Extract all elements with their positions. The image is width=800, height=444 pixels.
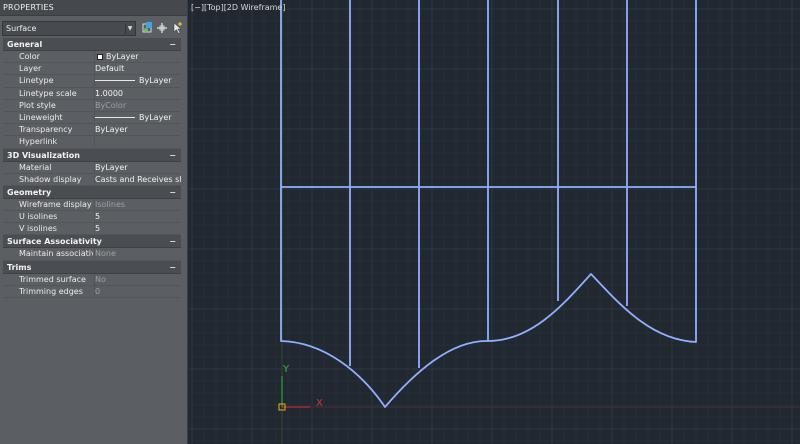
property-value[interactable]: ByLayer <box>95 162 181 174</box>
toggle-pickadd-icon[interactable] <box>171 21 184 35</box>
property-value[interactable]: None <box>95 248 181 260</box>
property-value[interactable]: Casts and Receives sha... <box>95 174 181 186</box>
property-value-text: ByLayer <box>106 52 139 61</box>
selection-dropdown[interactable]: Surface ▼ <box>2 21 136 36</box>
collapse-toggle-icon[interactable]: − <box>169 235 176 248</box>
property-value[interactable]: No <box>95 274 181 286</box>
property-value[interactable]: 5 <box>95 211 181 223</box>
section-label: Geometry <box>7 187 52 197</box>
property-row[interactable]: Layer Default <box>3 63 181 76</box>
property-name: Wireframe display <box>19 199 92 209</box>
property-value-text: ByLayer <box>139 112 172 122</box>
property-value-text: 1.0000 <box>95 88 123 98</box>
property-row[interactable]: Material ByLayer <box>3 161 181 174</box>
selection-value: Surface <box>6 24 37 33</box>
chevron-down-icon[interactable]: ▼ <box>125 23 134 34</box>
section-header[interactable]: Trims − <box>3 260 181 274</box>
property-value-text: 5 <box>95 224 101 234</box>
collapse-toggle-icon[interactable]: − <box>169 261 176 274</box>
linetype-preview <box>95 116 135 118</box>
property-name: Linetype <box>19 76 54 86</box>
ucs-x-label: X <box>316 398 323 409</box>
property-name: V isolines <box>19 224 57 234</box>
property-value[interactable]: 0 <box>95 286 181 298</box>
property-name: Layer <box>19 64 42 74</box>
property-name: Trimming edges <box>19 286 83 296</box>
property-value[interactable]: ByLayer <box>95 51 181 63</box>
property-value-text: No <box>95 274 106 284</box>
section-header[interactable]: Geometry − <box>3 185 181 199</box>
section-header[interactable]: 3D Visualization − <box>3 148 181 162</box>
palette-title: PROPERTIES <box>0 0 187 16</box>
collapse-toggle-icon[interactable]: − <box>169 38 176 51</box>
property-name: Maintain associativ... <box>19 249 93 259</box>
property-name: Shadow display <box>19 174 82 184</box>
drawing-canvas[interactable]: XY <box>189 0 800 444</box>
property-value[interactable]: 1.0000 <box>95 88 181 100</box>
property-name: Color <box>19 52 40 61</box>
property-name: U isolines <box>19 212 58 222</box>
column-divider <box>94 136 95 148</box>
property-name: Material <box>19 162 52 172</box>
property-row[interactable]: V isolines 5 <box>3 223 181 236</box>
color-swatch <box>97 54 103 60</box>
linetype-preview <box>95 80 135 82</box>
viewport-controls-label[interactable]: [−][Top][2D Wireframe] <box>191 3 285 12</box>
property-name: Trimmed surface <box>19 274 86 284</box>
property-value-text: Default <box>95 64 125 74</box>
ucs-y-label: Y <box>282 364 290 375</box>
property-value-text: None <box>95 249 116 259</box>
properties-table: General − Color ByLayer Layer Default Linetype… <box>3 38 181 298</box>
property-row[interactable]: Wireframe display Isolines <box>3 198 181 212</box>
properties-palette: PROPERTIES Surface ▼ General − Color ByL… <box>0 0 188 444</box>
property-row[interactable]: Trimming edges 0 <box>3 285 181 298</box>
property-value[interactable]: Default <box>95 63 181 75</box>
property-name: Plot style <box>19 100 56 110</box>
property-name: Hyperlink <box>19 137 58 147</box>
property-value[interactable]: ByLayer <box>95 112 181 124</box>
property-value[interactable]: ByLayer <box>95 75 181 87</box>
property-row[interactable]: Linetype scale 1.0000 <box>3 87 181 100</box>
section-label: Surface Associativity <box>7 237 102 247</box>
property-row[interactable]: Hyperlink <box>3 136 181 149</box>
property-value-text: 0 <box>95 286 101 296</box>
property-value-text: Isolines <box>95 199 126 209</box>
property-value-text: Casts and Receives sha... <box>95 174 181 184</box>
property-value-text: ByColor <box>95 100 127 110</box>
selection-row: Surface ▼ <box>2 21 186 36</box>
section-header[interactable]: Surface Associativity − <box>3 235 181 249</box>
property-row[interactable]: Linetype ByLayer <box>3 75 181 88</box>
drawing-viewport[interactable]: XY [−][Top][2D Wireframe] <box>189 0 800 444</box>
property-name: Transparency <box>19 125 73 135</box>
section-label: General <box>7 40 43 49</box>
property-value-text: ByLayer <box>139 76 172 86</box>
property-row[interactable]: Color ByLayer <box>3 51 181 64</box>
property-name: Lineweight <box>19 112 63 122</box>
property-row[interactable]: U isolines 5 <box>3 211 181 224</box>
property-row[interactable]: Transparency ByLayer <box>3 124 181 137</box>
section-header[interactable]: General − <box>3 38 181 51</box>
property-name: Linetype scale <box>19 88 77 98</box>
property-value-text: ByLayer <box>95 125 128 135</box>
property-value[interactable]: 5 <box>95 223 181 235</box>
property-value-text: ByLayer <box>95 162 128 172</box>
select-objects-icon[interactable] <box>156 21 169 35</box>
property-value-text: 5 <box>95 212 101 222</box>
property-row[interactable]: Plot style ByColor <box>3 99 181 112</box>
collapse-toggle-icon[interactable]: − <box>169 186 176 199</box>
section-label: 3D Visualization <box>7 150 80 160</box>
property-value[interactable]: Isolines <box>95 199 181 211</box>
property-value[interactable]: ByLayer <box>95 124 181 136</box>
property-row[interactable]: Maintain associativ...None <box>3 248 181 261</box>
quick-select-icon[interactable] <box>141 21 154 35</box>
property-value[interactable]: ByColor <box>95 100 181 112</box>
property-row[interactable]: Trimmed surface No <box>3 273 181 286</box>
property-row[interactable]: Lineweight ByLayer <box>3 111 181 125</box>
collapse-toggle-icon[interactable]: − <box>169 149 176 162</box>
section-label: Trims <box>7 262 32 272</box>
property-row[interactable]: Shadow display Casts and Receives sha... <box>3 173 181 186</box>
